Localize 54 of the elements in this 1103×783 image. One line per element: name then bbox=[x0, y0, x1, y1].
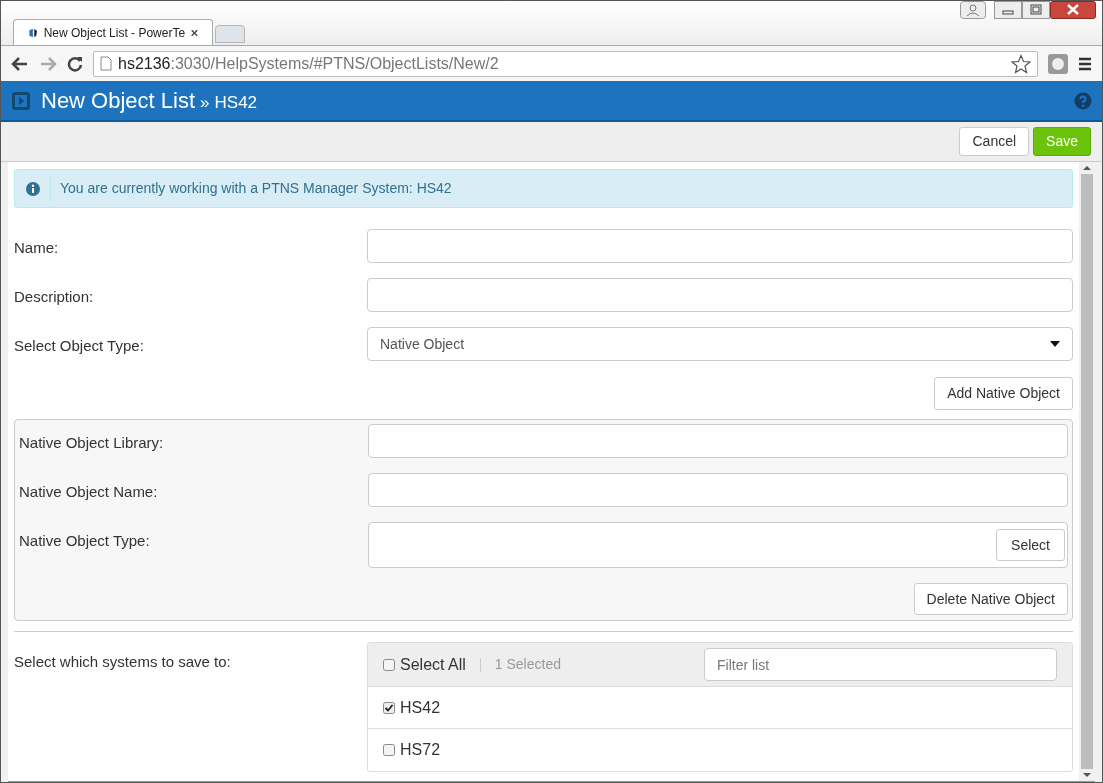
field-label: Select Object Type: bbox=[14, 336, 145, 356]
system-name: HS72 bbox=[400, 740, 441, 760]
text-field[interactable] bbox=[368, 473, 1068, 507]
play-icon bbox=[11, 90, 31, 111]
select-button[interactable]: Select bbox=[996, 529, 1065, 561]
checkbox[interactable] bbox=[383, 658, 395, 671]
system-row[interactable]: HS72 bbox=[368, 729, 1072, 771]
address-bar[interactable]: hs2136:3030/HelpSystems/#PTNS/ObjectLists/New/2 bbox=[93, 50, 1038, 77]
type-picker-field[interactable]: Select bbox=[368, 522, 1068, 568]
system-row[interactable]: HS42 bbox=[368, 687, 1072, 729]
field-label: Description: bbox=[14, 287, 95, 307]
text-field[interactable] bbox=[367, 278, 1073, 312]
field-label: Native Object Library: bbox=[19, 433, 165, 453]
page-title: New Object List bbox=[41, 87, 196, 115]
page-icon bbox=[100, 56, 112, 71]
scrollbar[interactable] bbox=[1079, 162, 1095, 781]
add-native-object-button[interactable]: Add Native Object bbox=[934, 377, 1073, 410]
field-label: Select which systems to save to: bbox=[14, 652, 232, 672]
selected-count: 1 Selected bbox=[494, 655, 561, 674]
user-icon[interactable] bbox=[960, 1, 986, 19]
select-all-label[interactable]: Select All bbox=[400, 652, 466, 677]
menu-icon[interactable] bbox=[1078, 56, 1092, 71]
breadcrumb-separator: » bbox=[200, 92, 210, 114]
field-label: Native Object Name: bbox=[19, 482, 159, 502]
tab-title: New Object List - PowerTe bbox=[43, 24, 186, 42]
reload-icon[interactable] bbox=[67, 55, 83, 72]
cancel-button[interactable]: Cancel bbox=[959, 127, 1030, 156]
field-label: Name: bbox=[14, 238, 60, 258]
checkbox[interactable] bbox=[383, 701, 395, 714]
extension-icon[interactable] bbox=[1048, 53, 1068, 74]
close-icon[interactable] bbox=[1050, 1, 1096, 19]
caret-icon bbox=[1050, 341, 1060, 347]
new-tab-button[interactable] bbox=[215, 25, 245, 43]
maximize-icon[interactable] bbox=[1022, 1, 1050, 19]
filter-field[interactable]: Filter list bbox=[704, 648, 1057, 681]
field-label: Native Object Type: bbox=[19, 531, 151, 551]
minimize-icon[interactable] bbox=[994, 1, 1022, 19]
help-icon[interactable] bbox=[1074, 91, 1092, 110]
page-subtitle: HS42 bbox=[214, 92, 258, 114]
back-icon[interactable] bbox=[11, 55, 29, 72]
text-field[interactable] bbox=[367, 229, 1073, 263]
info-icon bbox=[25, 181, 40, 196]
checkbox[interactable] bbox=[383, 744, 395, 756]
close-icon[interactable] bbox=[191, 27, 198, 38]
url-path: :3030/HelpSystems/#PTNS/ObjectLists/New/2 bbox=[170, 54, 499, 72]
star-icon[interactable] bbox=[1011, 53, 1031, 74]
delete-native-object-button[interactable]: Delete Native Object bbox=[913, 583, 1068, 615]
url-host: hs2136 bbox=[118, 54, 171, 72]
forward-icon[interactable] bbox=[39, 55, 57, 72]
object-type-dropdown[interactable]: Native Object bbox=[367, 327, 1073, 361]
text-field[interactable] bbox=[368, 424, 1068, 458]
browser-tab[interactable]: New Object List - PowerTe bbox=[13, 19, 213, 45]
system-name: HS42 bbox=[400, 697, 441, 718]
alert-text: You are currently working with a PTNS Manager System: HS42 bbox=[59, 179, 452, 198]
